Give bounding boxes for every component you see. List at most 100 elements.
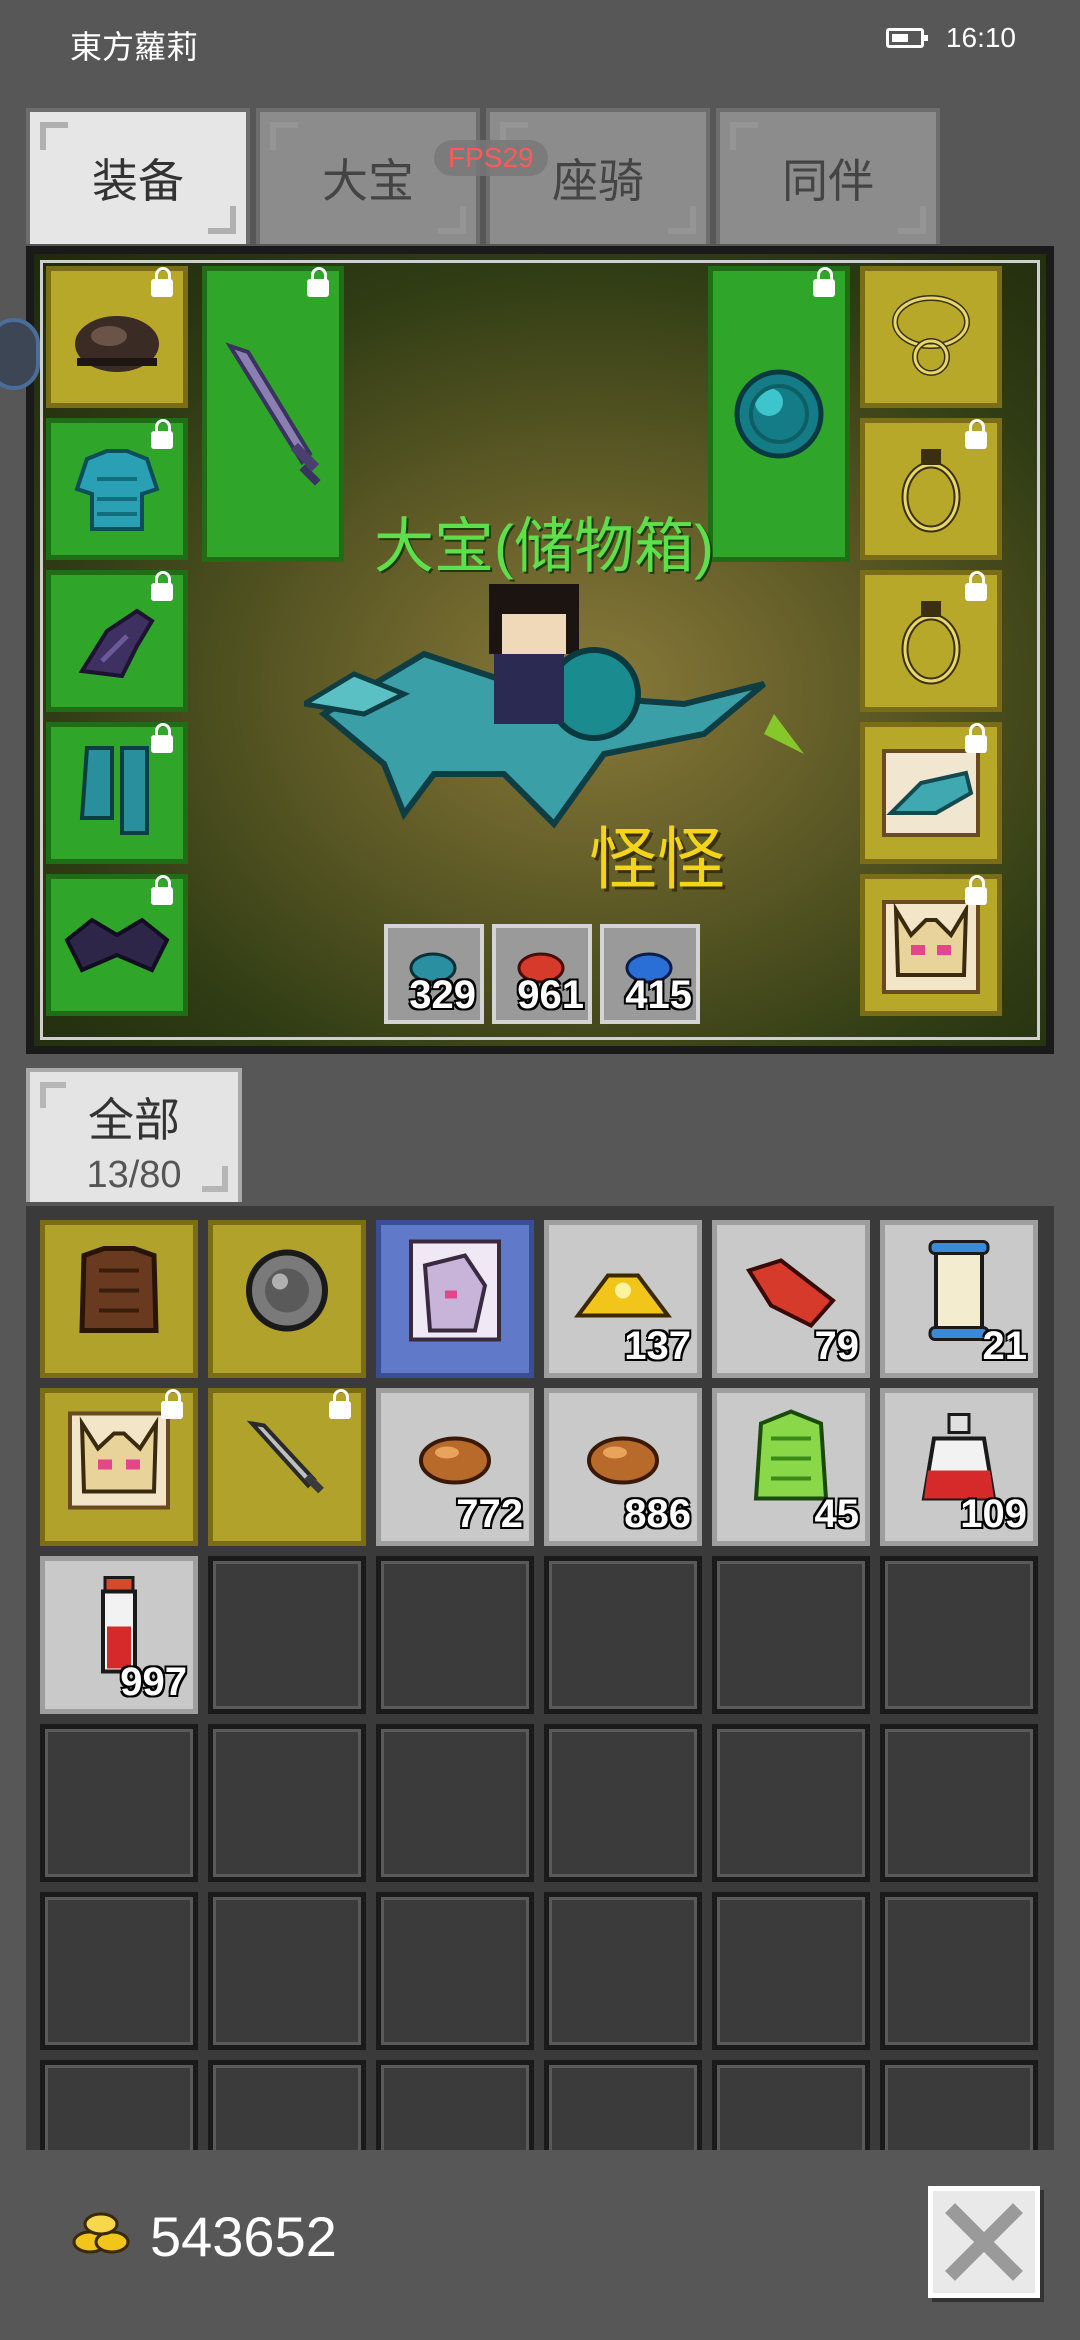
empty-inventory-slot[interactable] [544, 2060, 702, 2150]
lock-icon [161, 1389, 183, 1419]
item-quantity: 109 [960, 1492, 1027, 1536]
close-icon [945, 2203, 1023, 2281]
tab-mount[interactable]: 座骑 [486, 108, 710, 244]
gold-amount: 543652 [150, 2205, 337, 2268]
lock-icon [965, 419, 987, 449]
empty-inventory-slot[interactable] [208, 2060, 366, 2150]
empty-inventory-slot[interactable] [544, 1724, 702, 1882]
necklace-slot[interactable] [860, 266, 1002, 408]
empty-inventory-slot[interactable] [880, 1892, 1038, 2050]
empty-inventory-slot[interactable] [376, 1892, 534, 2050]
gloves-slot[interactable] [46, 570, 188, 712]
lock-icon [329, 1389, 351, 1419]
mount-slot[interactable] [860, 722, 1002, 864]
lock-icon [151, 571, 173, 601]
status-bar: 東方蘿莉 16:10 [0, 0, 1080, 84]
bread-icon [415, 1429, 495, 1494]
empty-inventory-slot[interactable] [40, 1724, 198, 1882]
lock-icon [151, 723, 173, 753]
lock-icon [813, 267, 835, 297]
close-button[interactable] [928, 2186, 1040, 2298]
inventory-slot[interactable]: 997 [40, 1556, 198, 1714]
gold-pile-icon [573, 1261, 673, 1326]
potion-counter-2[interactable]: 961 [492, 924, 592, 1024]
gold-coins-icon [72, 2212, 130, 2254]
lock-icon [151, 875, 173, 905]
tab-label: 座骑 [552, 155, 644, 207]
inventory-slot[interactable]: 21 [880, 1220, 1038, 1378]
fps-counter: FPS29 [434, 140, 548, 176]
inventory-slot[interactable]: 45 [712, 1388, 870, 1546]
ring-slot-1[interactable] [860, 418, 1002, 560]
bread-icon [583, 1429, 663, 1494]
inventory-slot[interactable] [208, 1388, 366, 1546]
empty-inventory-slot[interactable] [712, 1892, 870, 2050]
inventory-slot[interactable]: 79 [712, 1220, 870, 1378]
tab-companion[interactable]: 同伴 [716, 108, 940, 244]
offhand-slot[interactable] [708, 266, 850, 562]
lock-icon [965, 875, 987, 905]
lock-icon [151, 419, 173, 449]
inventory-slot[interactable]: 886 [544, 1388, 702, 1546]
empty-inventory-slot[interactable] [880, 1556, 1038, 1714]
weapon-slot[interactable] [202, 266, 344, 562]
helmet-icon [75, 316, 159, 372]
accessory-slot[interactable] [46, 874, 188, 1016]
empty-inventory-slot[interactable] [880, 1724, 1038, 1882]
item-quantity: 886 [624, 1492, 691, 1536]
teal-orb-icon [734, 369, 824, 459]
empty-inventory-slot[interactable] [208, 1724, 366, 1882]
inventory-slot[interactable] [40, 1220, 198, 1378]
bat-wing-icon [64, 917, 170, 973]
item-quantity: 45 [814, 1492, 860, 1536]
helmet-slot[interactable] [46, 266, 188, 408]
inventory-slot[interactable] [208, 1220, 366, 1378]
empty-inventory-slot[interactable] [712, 1556, 870, 1714]
equipment-panel: 大宝(储物箱) 怪怪 329 961 415 [26, 246, 1054, 1054]
inventory-grid: 137 79 21 772 886 45 109 997 [26, 1206, 1054, 2150]
empty-inventory-slot[interactable] [208, 1556, 366, 1714]
inventory-slot[interactable] [376, 1220, 534, 1378]
tab-equipment[interactable]: 装备 [26, 108, 250, 244]
red-meat-icon [741, 1251, 841, 1336]
empty-inventory-slot[interactable] [40, 2060, 198, 2150]
tab-dabao[interactable]: 大宝 [256, 108, 480, 244]
leather-armor-icon [74, 1241, 164, 1346]
potion-counter-1[interactable]: 329 [384, 924, 484, 1024]
ring-slot-2[interactable] [860, 570, 1002, 712]
empty-inventory-slot[interactable] [376, 1556, 534, 1714]
empty-inventory-slot[interactable] [544, 1556, 702, 1714]
item-quantity: 997 [120, 1660, 187, 1704]
item-quantity: 772 [456, 1492, 523, 1536]
empty-inventory-slot[interactable] [376, 1724, 534, 1882]
lock-icon [965, 723, 987, 753]
potion-counter-3[interactable]: 415 [600, 924, 700, 1024]
empty-inventory-slot[interactable] [208, 1892, 366, 2050]
counter-value: 329 [409, 973, 476, 1017]
inventory-slot[interactable]: 109 [880, 1388, 1038, 1546]
empty-inventory-slot[interactable] [712, 1724, 870, 1882]
unicorn-card-icon [405, 1236, 505, 1351]
counter-value: 961 [517, 973, 584, 1017]
empty-inventory-slot[interactable] [544, 1892, 702, 2050]
inventory-slot[interactable] [40, 1388, 198, 1546]
ring-icon [901, 601, 961, 685]
boots-slot[interactable] [46, 722, 188, 864]
inventory-filter-tab[interactable]: 全部 13/80 [26, 1068, 242, 1202]
lock-icon [965, 571, 987, 601]
gloves-icon [78, 608, 155, 679]
empty-inventory-slot[interactable] [376, 2060, 534, 2150]
armor-slot[interactable] [46, 418, 188, 560]
ring-icon [901, 449, 961, 533]
app-name: 東方蘿莉 [70, 29, 199, 65]
empty-inventory-slot[interactable] [712, 2060, 870, 2150]
floating-handle[interactable] [0, 318, 40, 390]
item-quantity: 137 [624, 1324, 691, 1368]
inventory-slot[interactable]: 137 [544, 1220, 702, 1378]
inventory-slot[interactable]: 772 [376, 1388, 534, 1546]
equipment-tabs: 装备 大宝 座骑 同伴 [26, 108, 940, 244]
battery-icon [885, 28, 928, 48]
empty-inventory-slot[interactable] [40, 1892, 198, 2050]
empty-inventory-slot[interactable] [880, 2060, 1038, 2150]
companion-slot[interactable] [860, 874, 1002, 1016]
